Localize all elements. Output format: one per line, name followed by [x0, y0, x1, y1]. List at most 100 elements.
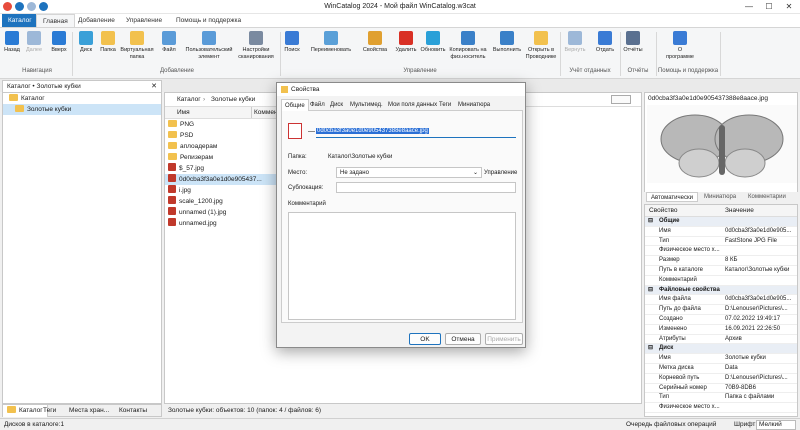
property-row[interactable]: Корневой путь D:\Lenouser\Pictures\...	[645, 374, 797, 384]
execute-button[interactable]: Выполнить	[490, 31, 524, 54]
manage-link[interactable]: Управление	[484, 170, 517, 176]
column-name[interactable]: Имя	[177, 107, 190, 118]
search-button[interactable]: Поиск	[282, 31, 302, 54]
property-row[interactable]: Тип Папка с файлами	[645, 393, 797, 404]
virtual-folder-button[interactable]: Виртуальная папка	[120, 31, 154, 60]
folder-button[interactable]: Папка	[98, 31, 118, 54]
refresh-button[interactable]: Обновить	[420, 31, 446, 54]
property-section[interactable]: ⊟ Диск	[645, 344, 797, 355]
property-row[interactable]: Путь до файла D:\Lenouser\Pictures\...	[645, 305, 797, 315]
reports-button[interactable]: Отчёты	[622, 31, 644, 54]
dtab-multimedia[interactable]: Мультимед.	[347, 99, 386, 111]
property-row[interactable]: Физическое место х...	[645, 246, 797, 257]
list-item[interactable]: PSD	[165, 130, 277, 141]
dtab-custom-fields[interactable]: Мои поля данных	[385, 99, 440, 111]
property-key: Изменено	[659, 325, 687, 332]
list-item[interactable]: аплоадерам	[165, 141, 277, 152]
comment-textarea[interactable]	[288, 212, 516, 320]
section-title: Диск	[659, 345, 674, 352]
list-item[interactable]: scale_1200.jpg	[165, 196, 277, 207]
list-item[interactable]: unnamed.jpg	[165, 218, 277, 229]
about-button[interactable]: Опрограмме	[660, 31, 700, 60]
property-row[interactable]: Имя Золотые кубки	[645, 354, 797, 364]
tree-item-golden-cups[interactable]: Золотые кубки	[3, 104, 161, 115]
back-button[interactable]: Назад	[2, 31, 22, 54]
name-field[interactable]: 0d0cba3f3a0e1d0e905437388e8aace.jpg	[316, 127, 516, 138]
property-row[interactable]: Имя 0d0cba3f3a0e1d0e905...	[645, 227, 797, 237]
delete-button[interactable]: Удалить	[394, 31, 418, 54]
collapse-icon[interactable]: ⊟	[648, 286, 653, 295]
left-doc-tab[interactable]: Каталог • Золотые кубки ✕	[2, 80, 162, 92]
property-row[interactable]: Атрибуты Архив	[645, 335, 797, 345]
up-button[interactable]: Вверх	[44, 31, 74, 54]
list-item[interactable]: $_57.jpg	[165, 163, 277, 174]
close-button[interactable]: ✕	[782, 1, 796, 13]
tab-contacts[interactable]: Контакты	[115, 405, 151, 417]
property-section[interactable]: ⊟ Файловые свойства	[645, 285, 797, 296]
font-size-select[interactable]: Мелкий	[756, 420, 796, 430]
disk-button[interactable]: Диск	[76, 31, 96, 54]
tab-auto[interactable]: Автоматически	[646, 192, 698, 202]
property-row[interactable]: Тип FastStone JPG File	[645, 237, 797, 247]
location-select[interactable]: Не задано ⌄	[336, 167, 482, 178]
property-row[interactable]: Путь в каталоге Каталог\Золотые кубки	[645, 266, 797, 276]
collapse-icon[interactable]: ⊟	[648, 217, 653, 226]
file-button[interactable]: Файл	[156, 31, 182, 54]
tab-add[interactable]: Добавление	[72, 14, 121, 27]
cancel-button[interactable]: Отмена	[445, 333, 481, 345]
property-row[interactable]: Комментарий	[645, 276, 797, 286]
forward-button[interactable]: Далее	[24, 31, 44, 54]
dtab-thumbnail[interactable]: Миниатюра	[455, 99, 493, 111]
property-key: Метка диска	[659, 364, 694, 371]
tab-help[interactable]: Помощь и поддержка	[170, 14, 247, 27]
tab-home[interactable]: Главная	[36, 14, 75, 27]
maximize-button[interactable]: ☐	[762, 1, 776, 13]
apply-button[interactable]: Применить	[485, 333, 523, 345]
queue-button[interactable]: Очередь файловых операций	[626, 421, 716, 428]
property-row[interactable]: Серийный номер 70B9-8DB6	[645, 384, 797, 394]
up-label: Вверх	[51, 47, 67, 53]
tab-tags[interactable]: Теги	[39, 405, 60, 417]
dtab-general[interactable]: Общие	[281, 99, 309, 111]
list-item[interactable]: unnamed (1).jpg	[165, 207, 277, 218]
return-button[interactable]: Вернуть	[562, 31, 588, 54]
list-item[interactable]: Репизерам	[165, 152, 277, 163]
list-item[interactable]: PNG	[165, 119, 277, 130]
property-section[interactable]: ⊟ Общие	[645, 217, 797, 227]
dtab-disk[interactable]: Диск	[327, 99, 346, 111]
property-value: Data	[725, 364, 738, 371]
breadcrumb-golden-cups[interactable]: Золотые кубки	[211, 96, 255, 103]
folder-icon	[7, 406, 16, 413]
open-explorer-button[interactable]: Открыть в Проводнике	[524, 31, 558, 60]
property-row[interactable]: Изменено 16.09.2021 22:26:50	[645, 325, 797, 335]
scan-settings-button[interactable]: Настройки сканирования	[236, 31, 276, 60]
property-row[interactable]: Физическое место х...	[645, 403, 797, 413]
tab-comments[interactable]: Комментарии	[744, 192, 790, 202]
lend-button[interactable]: Отдать	[592, 31, 618, 54]
custom-element-button[interactable]: Пользовательский элемент	[184, 31, 234, 60]
breadcrumb-catalog[interactable]: Каталог	[177, 96, 201, 103]
tab-manage[interactable]: Управление	[120, 14, 168, 27]
minimize-button[interactable]: —	[742, 1, 756, 13]
list-item[interactable]: i.jpg	[165, 185, 277, 196]
tab-thumbnail[interactable]: Миниатюра	[700, 192, 740, 202]
copy-physical-button[interactable]: Копировать на физ.носитель	[448, 31, 488, 60]
rename-button[interactable]: Переименовать	[304, 31, 358, 54]
tab-catalog-file[interactable]: Каталог	[2, 14, 38, 27]
view-mode-button[interactable]	[611, 95, 631, 104]
list-item[interactable]: 0d0cba3f3a0e1d0e905437...	[165, 174, 277, 185]
property-row[interactable]: Метка диска Data	[645, 364, 797, 374]
properties-button[interactable]: Свойства	[360, 31, 390, 54]
close-tab-icon[interactable]: ✕	[151, 82, 157, 90]
reports-label: Отчёты	[623, 47, 643, 53]
sublocation-field[interactable]	[336, 182, 516, 193]
dtab-file[interactable]: Файл	[307, 99, 328, 111]
collapse-icon[interactable]: ⊟	[648, 344, 653, 353]
tab-locations[interactable]: Места хран...	[65, 405, 113, 417]
ok-button[interactable]: OK	[409, 333, 441, 345]
property-row[interactable]: Создано 07.02.2022 19:49:17	[645, 315, 797, 325]
property-row[interactable]: Имя файла 0d0cba3f3a0e1d0e905...	[645, 295, 797, 306]
tree-item-root[interactable]: Каталог	[3, 93, 161, 104]
property-row[interactable]: Размер 8 КБ	[645, 256, 797, 266]
dtab-tags[interactable]: Теги	[436, 99, 454, 111]
